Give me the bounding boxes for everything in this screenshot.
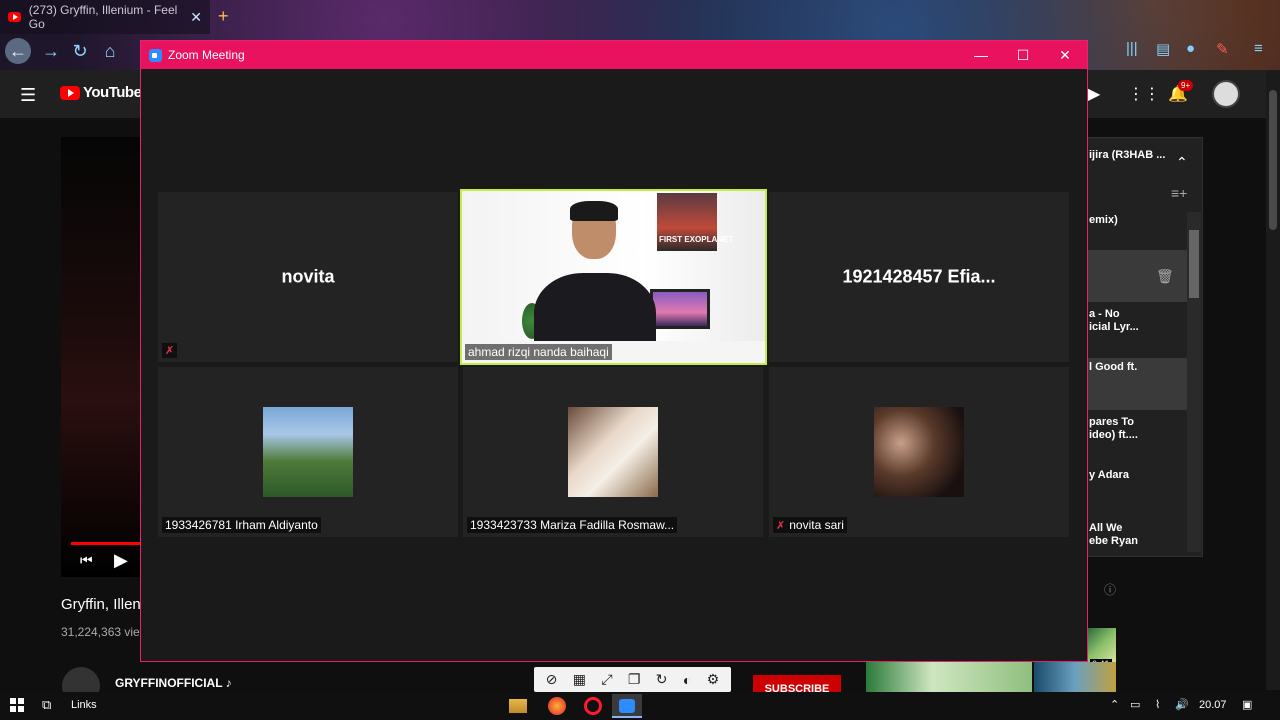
video-thumbnail[interactable] — [866, 662, 1032, 692]
info-icon[interactable]: ⓘ — [1104, 581, 1116, 598]
volume-icon[interactable]: 🔊 — [1175, 698, 1189, 711]
participant-avatar — [263, 407, 353, 497]
participant-label: ✗ novita sari — [773, 517, 847, 533]
file-explorer-icon[interactable] — [509, 699, 527, 713]
links-toolbar[interactable]: Links — [71, 699, 97, 711]
previous-icon[interactable]: ⏮ — [80, 552, 93, 569]
add-to-queue-icon[interactable]: ≡+ — [1171, 185, 1187, 201]
extension-icon[interactable]: ✎ — [1216, 40, 1229, 58]
channel-name-text: GRYFFINOFFICIAL — [115, 676, 223, 690]
video-views: 31,224,363 view — [61, 625, 149, 639]
zoom-floating-toolbar: ⊘ ▦ ⤢ ❐ ↻ ◐ ⚙ — [534, 667, 731, 692]
tray-app-icon[interactable]: ▭ — [1130, 698, 1140, 711]
sidebar-icon[interactable]: ▤ — [1156, 40, 1170, 58]
youtube-logo-text: YouTube — [83, 84, 142, 101]
participant-tile[interactable]: ✗ novita sari — [769, 367, 1069, 537]
page-scrollbar[interactable] — [1266, 70, 1280, 690]
stop-icon[interactable]: ⊘ — [546, 671, 558, 688]
playlist-item[interactable]: emix) — [1089, 214, 1179, 227]
task-view-icon[interactable]: ⧉ — [42, 697, 51, 713]
playlist-item[interactable]: pares To ideo) ft.... — [1089, 416, 1179, 442]
youtube-favicon-icon — [8, 12, 21, 22]
create-video-icon[interactable]: ▶ — [1088, 84, 1100, 104]
firefox-icon[interactable] — [548, 697, 566, 715]
account-icon[interactable]: ● — [1186, 40, 1195, 57]
video-thumbnail[interactable] — [1088, 628, 1116, 662]
maximize-button[interactable]: ☐ — [1001, 41, 1045, 69]
reload-button[interactable]: ↻ — [67, 38, 93, 64]
tray-chevron-icon[interactable]: ⌃ — [1110, 698, 1119, 711]
minimize-button[interactable]: — — [959, 41, 1003, 69]
library-icon[interactable]: ||| — [1126, 40, 1138, 57]
participant-avatar — [874, 407, 964, 497]
youtube-logo[interactable]: YouTube ID — [60, 84, 152, 101]
tab-close-icon[interactable]: ✕ — [190, 9, 202, 26]
person-hair — [570, 201, 618, 221]
notification-badge: 9+ — [1178, 80, 1194, 91]
home-button[interactable]: ⌂ — [97, 38, 123, 64]
settings-icon[interactable]: ⚙ — [707, 671, 720, 688]
dashboard-icon[interactable]: ◐ — [683, 672, 691, 688]
participant-name: 1921428457 Efia... — [842, 266, 996, 287]
video-title: Gryffin, Illen — [61, 596, 141, 613]
menu-icon[interactable]: ≡ — [1254, 40, 1263, 57]
windows-start-icon[interactable] — [10, 698, 24, 712]
wifi-icon[interactable]: ⌇ — [1155, 698, 1160, 711]
muted-mic-icon: ✗ — [162, 343, 178, 358]
apps-grid-icon[interactable]: ⋮⋮ — [1128, 84, 1160, 104]
refresh-icon[interactable]: ↻ — [656, 671, 668, 688]
participant-tile[interactable]: novita ✗ — [158, 192, 458, 362]
playlist-item[interactable]: y Adara — [1089, 469, 1179, 482]
close-button[interactable]: ✕ — [1043, 41, 1087, 69]
video-thumbnail[interactable] — [1034, 662, 1116, 692]
opera-icon[interactable] — [584, 697, 602, 715]
forward-button[interactable]: → — [38, 38, 64, 64]
zoom-logo-icon — [149, 48, 162, 62]
participant-name: 1933423733 Mariza Fadilla Rosmaw... — [467, 517, 678, 533]
participant-name: novita sari — [789, 518, 844, 532]
new-tab-button[interactable]: + — [218, 6, 229, 27]
playlist-item[interactable]: a - No icial Lyr... — [1089, 308, 1179, 334]
trash-icon[interactable]: 🗑 — [1156, 268, 1174, 285]
participant-tile[interactable]: 1933426781 Irham Aldiyanto — [158, 367, 458, 537]
expand-icon[interactable]: ⤢ — [601, 671, 612, 688]
scrollbar-thumb[interactable] — [1269, 90, 1277, 230]
participant-tile[interactable]: 1933423733 Mariza Fadilla Rosmaw... — [463, 367, 763, 537]
film-icon[interactable]: ▦ — [573, 671, 586, 688]
back-button[interactable]: ← — [5, 38, 31, 64]
muted-mic-icon: ✗ — [776, 520, 786, 532]
participant-tile[interactable]: 1921428457 Efia... — [769, 192, 1069, 362]
music-note-icon: ♪ — [225, 676, 232, 690]
zoom-taskbar-button[interactable] — [612, 694, 642, 718]
laptop — [650, 289, 710, 329]
notifications-icon[interactable]: ▣ — [1242, 698, 1252, 711]
playlist-item[interactable]: All We ebe Ryan — [1089, 522, 1179, 548]
participant-name: novita — [281, 266, 335, 287]
system-clock[interactable]: 20.07 — [1199, 699, 1227, 711]
zoom-app-icon — [619, 699, 635, 713]
active-speaker-video[interactable]: FIRST EXOPLANET ahmad rizqi nanda baihaq… — [460, 189, 767, 365]
hamburger-menu-icon[interactable]: ☰ — [20, 85, 36, 106]
tab-title: (273) Gryffin, Illenium - Feel Go — [28, 3, 178, 31]
video-progress-bar[interactable] — [71, 542, 140, 545]
copy-icon[interactable]: ❐ — [628, 671, 641, 688]
participant-avatar — [568, 407, 658, 497]
playlist-scrollbar[interactable] — [1187, 212, 1201, 552]
participant-name: 1933426781 Irham Aldiyanto — [162, 517, 321, 533]
youtube-play-icon — [60, 85, 80, 100]
browser-tab[interactable]: (273) Gryffin, Illenium - Feel Go ✕ — [0, 0, 210, 34]
playlist-item[interactable]: ijira (R3HAB ... — [1089, 149, 1179, 162]
poster-text: FIRST EXOPLANET — [659, 235, 734, 244]
participant-name: ahmad rizqi nanda baihaqi — [465, 344, 612, 360]
chevron-up-icon[interactable]: ⌃ — [1176, 154, 1188, 171]
playlist-item[interactable]: l Good ft. — [1089, 361, 1179, 374]
play-icon[interactable]: ▶ — [114, 550, 128, 571]
zoom-titlebar[interactable]: Zoom Meeting — ☐ ✕ — [141, 41, 1087, 69]
scrollbar-thumb[interactable] — [1189, 230, 1199, 298]
zoom-window-title: Zoom Meeting — [168, 48, 245, 62]
video-player[interactable] — [61, 137, 140, 577]
user-avatar[interactable] — [1212, 80, 1240, 108]
channel-name[interactable]: GRYFFINOFFICIAL ♪ — [115, 676, 232, 690]
